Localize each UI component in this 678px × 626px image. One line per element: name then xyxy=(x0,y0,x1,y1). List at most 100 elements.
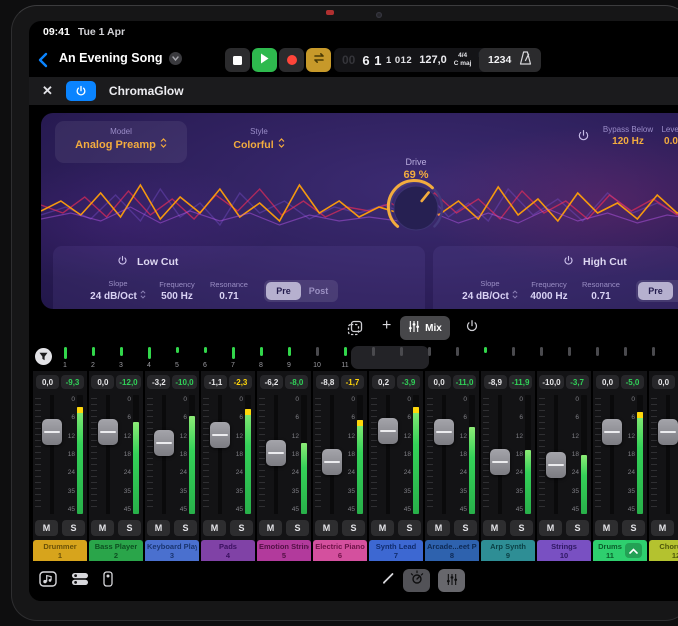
volume-value[interactable]: -3,2 xyxy=(147,375,170,389)
track-tab[interactable]: Emotion Strings 5 xyxy=(257,540,311,561)
track-tab[interactable]: Arp Synth 9 xyxy=(481,540,535,561)
model-selector[interactable]: Model Analog Preamp xyxy=(55,121,187,163)
mute-button[interactable]: M xyxy=(371,520,394,536)
track-tab[interactable]: Drums 11 xyxy=(593,540,647,561)
volume-value[interactable]: 0,2 xyxy=(372,375,395,389)
overview-track-tick[interactable] xyxy=(387,347,415,371)
mute-button[interactable]: M xyxy=(35,520,58,536)
peak-value[interactable]: -2,3 xyxy=(229,375,252,389)
pencil-icon[interactable] xyxy=(381,571,395,590)
song-title-menu[interactable]: An Evening Song xyxy=(59,51,182,65)
mix-view-button[interactable]: Mix xyxy=(400,316,450,340)
fader[interactable] xyxy=(601,395,623,514)
solo-button[interactable]: S xyxy=(118,520,141,536)
peak-value[interactable]: -12,0 xyxy=(116,375,140,389)
volume-value[interactable]: 0,0 xyxy=(91,375,114,389)
peak-value[interactable]: -9,3 xyxy=(61,375,84,389)
high-cut-slope[interactable]: Slope 24 dB/Oct xyxy=(457,279,523,302)
overview-track-tick[interactable] xyxy=(583,347,611,371)
cycle-button[interactable] xyxy=(306,48,331,72)
record-button[interactable] xyxy=(279,48,304,72)
track-tab[interactable]: Bass Player 2 xyxy=(89,540,143,561)
post-button[interactable]: Post xyxy=(301,282,336,300)
peak-value[interactable]: -3,7 xyxy=(566,375,589,389)
overview-track-tick[interactable] xyxy=(499,347,527,371)
track-tab[interactable]: Keyboard Player 3 xyxy=(145,540,199,561)
peak-value[interactable]: -11,0 xyxy=(453,375,477,389)
play-button[interactable] xyxy=(252,48,277,72)
overview-track-tick[interactable]: 1 xyxy=(51,347,79,371)
peak-value[interactable]: -8,0 xyxy=(285,375,308,389)
style-selector[interactable]: Style Colorful xyxy=(199,121,319,151)
fader[interactable] xyxy=(265,395,287,514)
filter-button[interactable] xyxy=(35,348,52,365)
plug-icon[interactable] xyxy=(103,571,113,592)
peak-value[interactable]: -10,0 xyxy=(172,375,196,389)
volume-value[interactable]: 0,0 xyxy=(652,375,675,389)
mute-button[interactable]: M xyxy=(203,520,226,536)
fader-cap[interactable] xyxy=(98,419,118,445)
fader-cap[interactable] xyxy=(546,452,566,478)
overview-track-tick[interactable] xyxy=(555,347,583,371)
volume-value[interactable]: 0,0 xyxy=(36,375,59,389)
overview-track-tick[interactable]: 8 xyxy=(247,347,275,371)
overview-track-tick[interactable] xyxy=(639,347,667,371)
pre-button[interactable]: Pre xyxy=(638,282,673,300)
fader-cap[interactable] xyxy=(266,440,286,466)
close-icon[interactable]: ✕ xyxy=(42,83,53,99)
fader[interactable] xyxy=(321,395,343,514)
overview-track-tick[interactable]: 10 xyxy=(303,347,331,371)
track-tab[interactable]: Chorus V 12 xyxy=(649,540,678,561)
track-tab[interactable]: Synth Lead 7 xyxy=(369,540,423,561)
solo-button[interactable]: S xyxy=(230,520,253,536)
mute-button[interactable]: M xyxy=(147,520,170,536)
overview-track-tick[interactable] xyxy=(471,347,499,371)
fader-cap[interactable] xyxy=(154,430,174,456)
fader[interactable] xyxy=(209,395,231,514)
fader-cap[interactable] xyxy=(434,419,454,445)
fader-cap[interactable] xyxy=(322,449,342,475)
solo-button[interactable]: S xyxy=(510,520,533,536)
solo-button[interactable]: S xyxy=(286,520,309,536)
fader[interactable] xyxy=(545,395,567,514)
track-tab[interactable]: Pads 4 xyxy=(201,540,255,561)
pre-button[interactable]: Pre xyxy=(266,282,301,300)
count-in-button[interactable]: 1234 xyxy=(488,54,511,66)
duplicate-icon[interactable] xyxy=(347,320,363,341)
overview-track-tick[interactable]: 9 xyxy=(275,347,303,371)
overview-track-tick[interactable]: 5 xyxy=(163,347,191,371)
overview-track-tick[interactable] xyxy=(527,347,555,371)
fader[interactable] xyxy=(153,395,175,514)
low-cut-frequency[interactable]: Frequency 500 Hz xyxy=(151,280,203,302)
overview-track-tick[interactable] xyxy=(359,347,387,371)
plugin-power-button[interactable] xyxy=(66,81,96,101)
volume-value[interactable]: -8,9 xyxy=(484,375,507,389)
solo-button[interactable]: S xyxy=(62,520,85,536)
overview-track-tick[interactable]: 3 xyxy=(107,347,135,371)
post-button[interactable]: Post xyxy=(673,282,678,300)
overview-track-tick[interactable]: 11 xyxy=(331,347,359,371)
solo-button[interactable]: S xyxy=(566,520,589,536)
loop-browser-icon[interactable] xyxy=(39,571,57,592)
mute-button[interactable]: M xyxy=(315,520,338,536)
volume-value[interactable]: -10,0 xyxy=(539,375,563,389)
stop-button[interactable] xyxy=(225,48,250,72)
metronome-icon[interactable] xyxy=(519,51,532,70)
peak-value[interactable]: -5,0 xyxy=(621,375,644,389)
volume-value[interactable]: 0,0 xyxy=(596,375,619,389)
fader-cap[interactable] xyxy=(210,422,230,448)
low-cut-power-icon[interactable] xyxy=(117,255,128,269)
overview-track-tick[interactable]: 4 xyxy=(135,347,163,371)
fader[interactable] xyxy=(377,395,399,514)
back-button[interactable] xyxy=(38,52,48,73)
high-cut-frequency[interactable]: Frequency 4000 Hz xyxy=(523,280,575,302)
overview-track-tick[interactable]: 7 xyxy=(219,347,247,371)
mute-button[interactable]: M xyxy=(595,520,618,536)
track-tab[interactable]: Strings 10 xyxy=(537,540,591,561)
drive-knob[interactable] xyxy=(385,177,447,244)
overview-track-tick[interactable]: 6 xyxy=(191,347,219,371)
modules-icon[interactable] xyxy=(71,572,89,591)
overview-track-tick[interactable] xyxy=(611,347,639,371)
mute-button[interactable]: M xyxy=(539,520,562,536)
mixer-view-button[interactable] xyxy=(438,569,465,592)
